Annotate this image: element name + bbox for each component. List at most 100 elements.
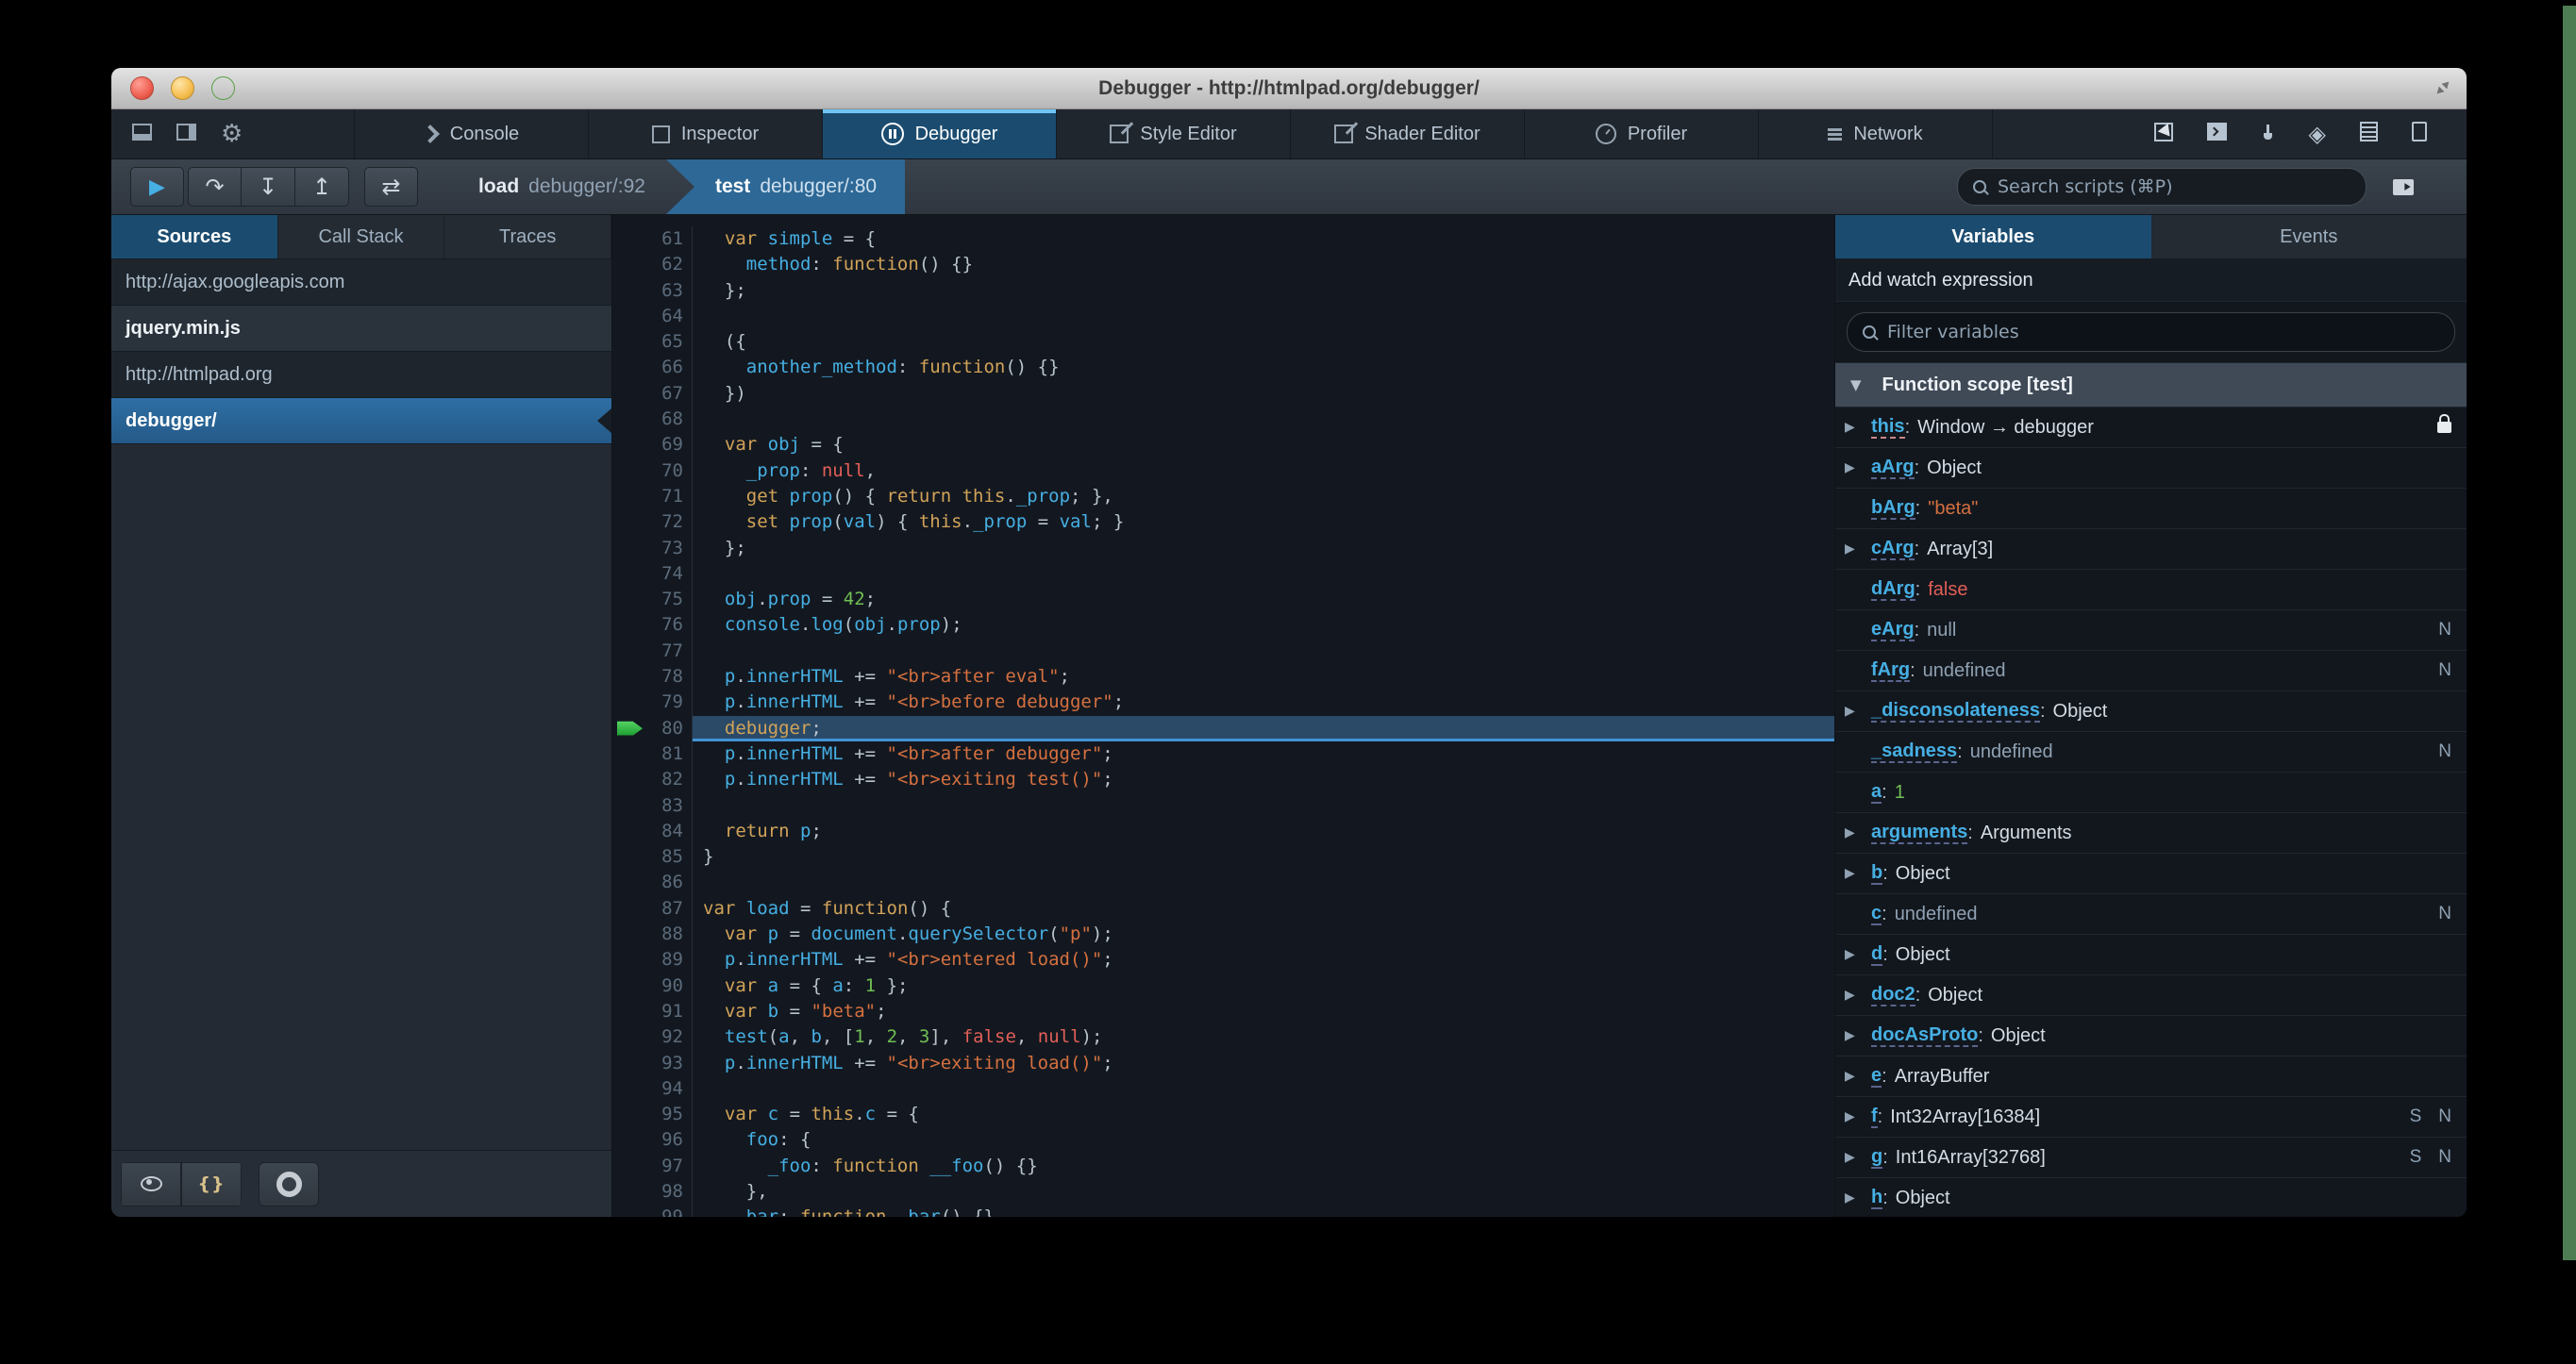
line-number[interactable]: 95	[650, 1102, 693, 1128]
breakpoint-gutter[interactable]	[612, 639, 650, 664]
line-number[interactable]: 87	[650, 895, 693, 923]
line-number[interactable]: 93	[650, 1050, 693, 1076]
breakpoint-gutter[interactable]	[612, 716, 650, 741]
variable-row-aarg[interactable]: ▶ aArg: Object	[1835, 448, 2467, 489]
source-item-http-htmlpad-org[interactable]: http://htmlpad.org	[111, 352, 611, 398]
variable-row-disconsolateness[interactable]: ▶ _disconsolateness: Object	[1835, 691, 2467, 732]
line-number[interactable]: 79	[650, 690, 693, 716]
paintbrush-button[interactable]	[2261, 124, 2275, 144]
line-number[interactable]: 61	[650, 226, 693, 253]
search-scripts-input[interactable]	[1996, 175, 2350, 198]
tab-profiler[interactable]: Profiler	[1525, 109, 1759, 158]
source-item-debugger[interactable]: debugger/	[111, 398, 611, 444]
breakpoint-gutter[interactable]	[612, 973, 650, 999]
line-number[interactable]: 75	[650, 587, 693, 613]
variable-row-doc2[interactable]: ▶ doc2: Object	[1835, 975, 2467, 1016]
settings-gear-button[interactable]: ⚙	[221, 120, 243, 148]
variable-row-arguments[interactable]: ▶ arguments: Arguments	[1835, 813, 2467, 854]
close-button[interactable]	[130, 76, 154, 100]
expander-icon[interactable]: ▶	[1845, 825, 1871, 840]
line-number[interactable]: 89	[650, 947, 693, 973]
toggle-panel-icon[interactable]	[2393, 178, 2414, 195]
pick-element-button[interactable]	[2153, 122, 2173, 146]
expander-icon[interactable]: ▶	[1845, 1028, 1871, 1043]
scratchpad-button[interactable]	[2360, 122, 2378, 146]
responsive-mode-button[interactable]	[2412, 122, 2427, 146]
line-number[interactable]: 96	[650, 1127, 693, 1154]
variable-row-this[interactable]: ▶ this: Window → debugger	[1835, 408, 2467, 448]
line-number[interactable]: 64	[650, 303, 693, 330]
line-number[interactable]: 77	[650, 638, 693, 665]
breakpoint-gutter[interactable]	[612, 1051, 650, 1076]
tab-debugger[interactable]: Debugger	[823, 109, 1057, 158]
step-over-button[interactable]: ↷	[188, 167, 242, 207]
line-number[interactable]: 76	[650, 612, 693, 639]
breakpoint-gutter[interactable]	[612, 304, 650, 329]
pretty-print-braces-button[interactable]: {}	[181, 1161, 242, 1206]
line-number[interactable]: 82	[650, 767, 693, 793]
breakpoint-gutter[interactable]	[612, 509, 650, 535]
breakpoint-gutter[interactable]	[612, 355, 650, 380]
breakpoint-gutter[interactable]	[612, 484, 650, 509]
breakpoint-gutter[interactable]	[612, 407, 650, 432]
line-number[interactable]: 80	[650, 715, 693, 741]
breakpoint-gutter[interactable]	[612, 432, 650, 457]
breakpoint-gutter[interactable]	[612, 819, 650, 844]
line-number[interactable]: 63	[650, 277, 693, 304]
breakpoint-gutter[interactable]	[612, 1024, 650, 1050]
source-item-http-ajax-googleapis-com[interactable]: http://ajax.googleapis.com	[111, 259, 611, 306]
breakpoint-gutter[interactable]	[612, 947, 650, 973]
minimize-button[interactable]	[171, 76, 194, 100]
line-number[interactable]: 70	[650, 457, 693, 484]
line-number[interactable]: 72	[650, 509, 693, 536]
trace-button[interactable]: ⇄	[364, 167, 418, 207]
line-number[interactable]: 67	[650, 380, 693, 408]
breakpoint-gutter[interactable]	[612, 1102, 650, 1127]
breakpoint-gutter[interactable]	[612, 1076, 650, 1102]
zoom-button[interactable]	[211, 76, 235, 100]
breadcrumb-test[interactable]: test debugger/:80	[665, 159, 906, 214]
expander-icon[interactable]: ▶	[1845, 947, 1871, 962]
breakpoint-gutter[interactable]	[612, 278, 650, 304]
variable-row-docasproto[interactable]: ▶ docAsProto: Object	[1835, 1016, 2467, 1056]
tilt-3d-button[interactable]: ◈	[2309, 121, 2326, 147]
line-number[interactable]: 84	[650, 818, 693, 845]
window-titlebar[interactable]: Debugger - http://htmlpad.org/debugger/	[111, 68, 2467, 109]
breakpoint-gutter[interactable]	[612, 1154, 650, 1179]
line-number[interactable]: 86	[650, 870, 693, 896]
line-number[interactable]: 88	[650, 922, 693, 948]
breakpoint-gutter[interactable]	[612, 767, 650, 792]
variable-row-c[interactable]: c: undefined N	[1835, 894, 2467, 935]
step-in-button[interactable]: ↧	[242, 167, 295, 207]
variable-row-barg[interactable]: bArg: "beta"	[1835, 489, 2467, 529]
tab-shader-editor[interactable]: Shader Editor	[1291, 109, 1525, 158]
black-box-circle-button[interactable]	[259, 1161, 319, 1206]
expander-icon[interactable]: ▶	[1845, 866, 1871, 881]
line-number[interactable]: 71	[650, 483, 693, 510]
scope-header[interactable]: ▼ Function scope [test]	[1835, 363, 2467, 408]
expander-icon[interactable]: ▶	[1845, 420, 1871, 435]
breakpoint-gutter[interactable]	[612, 844, 650, 870]
line-number[interactable]: 99	[650, 1205, 693, 1217]
add-watch-expression[interactable]: Add watch expression	[1835, 259, 2467, 302]
breakpoint-gutter[interactable]	[612, 741, 650, 767]
variable-row-d[interactable]: ▶ d: Object	[1835, 935, 2467, 975]
variable-row-e[interactable]: ▶ e: ArrayBuffer	[1835, 1056, 2467, 1097]
breakpoint-gutter[interactable]	[612, 664, 650, 690]
source-item-jquery-min-js[interactable]: jquery.min.js	[111, 306, 611, 352]
variable-row-earg[interactable]: eArg: null N	[1835, 610, 2467, 651]
line-number[interactable]: 68	[650, 407, 693, 433]
expander-icon[interactable]: ▶	[1845, 1069, 1871, 1084]
line-number[interactable]: 62	[650, 252, 693, 278]
breakpoint-gutter[interactable]	[612, 226, 650, 252]
line-number[interactable]: 81	[650, 740, 693, 768]
breakpoint-gutter[interactable]	[612, 690, 650, 715]
variables-tab-events[interactable]: Events	[2151, 215, 2467, 258]
variable-row-g[interactable]: ▶ g: Int16Array[32768] S N	[1835, 1138, 2467, 1178]
tab-console[interactable]: Console	[355, 109, 589, 158]
expander-icon[interactable]: ▶	[1845, 1109, 1871, 1124]
expander-icon[interactable]: ▶	[1845, 1150, 1871, 1165]
expander-icon[interactable]: ▶	[1845, 704, 1871, 719]
breakpoint-gutter[interactable]	[612, 561, 650, 587]
breakpoint-gutter[interactable]	[612, 896, 650, 922]
